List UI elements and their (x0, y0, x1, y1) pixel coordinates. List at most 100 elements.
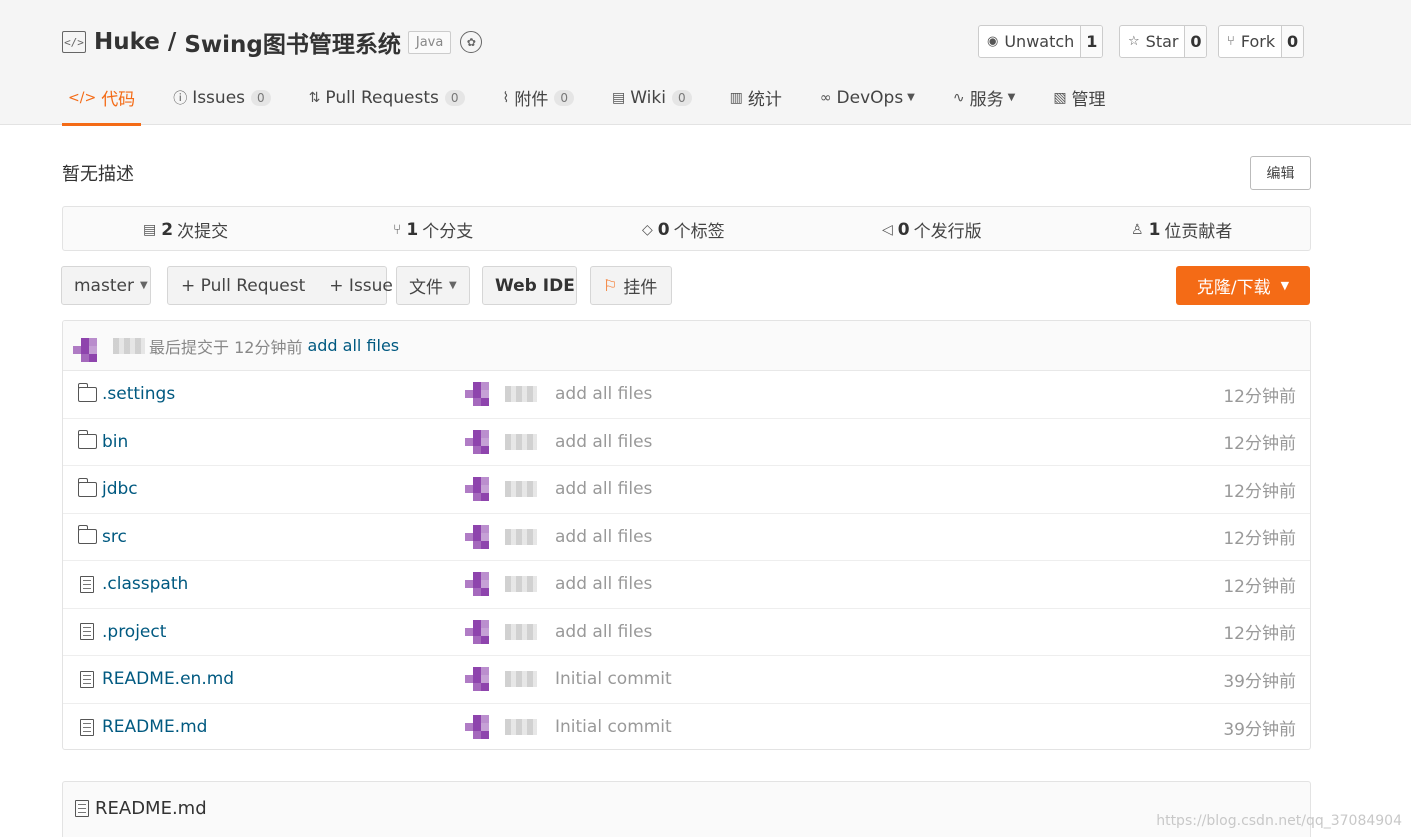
author-name-blurred[interactable] (505, 528, 537, 545)
fork-button[interactable]: ⑂ Fork 0 (1218, 25, 1305, 58)
branches-label: 个分支 (422, 222, 474, 242)
avatar[interactable] (73, 330, 105, 362)
chevron-down-icon: ▼ (1007, 92, 1016, 103)
avatar[interactable] (465, 711, 497, 743)
author-name-blurred[interactable] (113, 337, 145, 354)
commit-author[interactable] (465, 663, 537, 695)
branches-count: 1 (406, 219, 419, 240)
tab-pull-requests[interactable]: ⇅ Pull Requests 0 (303, 70, 471, 125)
widget-button[interactable]: ⚐ 挂件 (590, 266, 672, 305)
fork-count[interactable]: 0 (1281, 26, 1304, 57)
commit-message[interactable]: Initial commit (555, 717, 672, 737)
tab-attachments[interactable]: ⌇ 附件 0 (497, 70, 580, 125)
star-button[interactable]: ☆ Star 0 (1119, 25, 1208, 58)
watch-label: Unwatch (1004, 32, 1075, 51)
file-name-link[interactable]: .project (78, 622, 166, 642)
file-name-link[interactable]: .settings (77, 382, 176, 405)
file-icon (75, 800, 89, 817)
avatar[interactable] (465, 616, 497, 648)
send-icon: ◁ (882, 221, 893, 238)
author-name-blurred[interactable] (505, 719, 537, 736)
commit-time: 12分钟前 (1223, 481, 1296, 502)
table-row: bin add all files 12分钟前 (63, 419, 1310, 466)
releases-count: 0 (897, 219, 910, 240)
star-count[interactable]: 0 (1184, 26, 1207, 57)
tab-manage[interactable]: ▧ 管理 (1047, 70, 1111, 125)
tag-icon: ◇ (642, 221, 653, 238)
avatar[interactable] (465, 568, 497, 600)
avatar[interactable] (465, 473, 497, 505)
repo-description: 暂无描述 (62, 164, 134, 185)
commit-message[interactable]: add all files (555, 574, 652, 594)
folder-icon (77, 382, 97, 402)
tab-code[interactable]: </> 代码 (62, 70, 142, 126)
tags-stat[interactable]: ◇ 0 个标签 (642, 207, 725, 252)
commit-message[interactable]: Initial commit (555, 669, 672, 689)
tab-wiki[interactable]: ▤ Wiki 0 (606, 70, 698, 125)
commit-time: 12分钟前 (1223, 529, 1296, 550)
wiki-count-badge: 0 (671, 89, 692, 106)
recommend-award-icon[interactable]: ✿ (460, 31, 483, 53)
branch-select[interactable]: master ▼ (61, 266, 151, 305)
commit-message[interactable]: add all files (555, 479, 652, 499)
folder-icon (77, 477, 97, 497)
avatar[interactable] (465, 663, 497, 695)
repo-name[interactable]: Swing图书管理系统 (184, 25, 401, 59)
file-name-link[interactable]: README.en.md (78, 669, 234, 689)
avatar[interactable] (465, 378, 497, 410)
file-name-link[interactable]: .classpath (78, 574, 188, 594)
commit-author[interactable] (465, 426, 537, 458)
commit-author[interactable] (465, 616, 537, 648)
commit-author[interactable] (465, 521, 537, 553)
author-name-blurred[interactable] (505, 671, 537, 688)
tab-services[interactable]: ∿ 服务 ▼ (947, 70, 1021, 125)
file-name: src (102, 526, 127, 547)
watch-button[interactable]: ◉ Unwatch 1 (978, 25, 1104, 58)
new-pull-request-button[interactable]: + Pull Request (168, 276, 305, 296)
last-commit-message[interactable]: add all files (307, 336, 399, 355)
commit-author[interactable] (465, 473, 537, 505)
file-name-link[interactable]: src (77, 525, 127, 547)
tab-devops[interactable]: ∞ DevOps ▼ (814, 70, 921, 125)
clone-download-button[interactable]: 克隆/下载 ▼ (1176, 266, 1310, 305)
tab-issues[interactable]: ⓘ Issues 0 (167, 70, 276, 125)
commit-message[interactable]: add all files (555, 622, 652, 642)
author-name-blurred[interactable] (505, 481, 537, 498)
repo-title: </> Huke / Swing图书管理系统 Java ✿ (62, 25, 483, 59)
commit-author[interactable] (465, 378, 537, 410)
fork-label: Fork (1240, 32, 1276, 51)
file-menu-button[interactable]: 文件 ▼ (396, 266, 470, 305)
watch-count[interactable]: 1 (1080, 26, 1103, 57)
edit-description-button[interactable]: 编辑 (1250, 156, 1311, 190)
file-name-link[interactable]: jdbc (77, 477, 138, 499)
author-name-blurred[interactable] (505, 386, 537, 403)
file-name: .settings (102, 384, 176, 405)
language-badge[interactable]: Java (407, 30, 452, 54)
branches-stat[interactable]: ⑂ 1 个分支 (393, 207, 473, 252)
new-issue-button[interactable]: + Issue (329, 276, 393, 296)
commit-message[interactable]: add all files (555, 384, 652, 404)
web-ide-button[interactable]: Web IDE (482, 266, 577, 305)
watermark: https://blog.csdn.net/qq_37084904 (1156, 813, 1402, 829)
file-name-link[interactable]: README.md (78, 717, 207, 737)
commit-message[interactable]: add all files (555, 432, 652, 452)
commit-author[interactable] (465, 568, 537, 600)
author-name-blurred[interactable] (505, 623, 537, 640)
commit-message[interactable]: add all files (555, 527, 652, 547)
tab-issues-label: Issues (192, 87, 246, 108)
tab-stats[interactable]: ▥ 统计 (724, 70, 788, 125)
last-commit-bar: 最后提交于 12分钟前 add all files (63, 321, 1310, 371)
contributors-stat[interactable]: ♙ 1 位贡献者 (1131, 207, 1232, 252)
avatar[interactable] (465, 521, 497, 553)
readme-header: README.md (75, 798, 207, 819)
releases-stat[interactable]: ◁ 0 个发行版 (882, 207, 982, 252)
commit-author[interactable] (465, 711, 537, 743)
author-name-blurred[interactable] (505, 433, 537, 450)
file-name: README.md (102, 717, 208, 738)
file-name-link[interactable]: bin (77, 430, 128, 452)
commits-stat[interactable]: ▤ 2 次提交 (143, 207, 228, 252)
repo-owner[interactable]: Huke (94, 29, 160, 55)
repo-nav: </> 代码 ⓘ Issues 0 ⇅ Pull Requests 0 ⌇ 附件… (62, 70, 1138, 126)
author-name-blurred[interactable] (505, 576, 537, 593)
avatar[interactable] (465, 426, 497, 458)
